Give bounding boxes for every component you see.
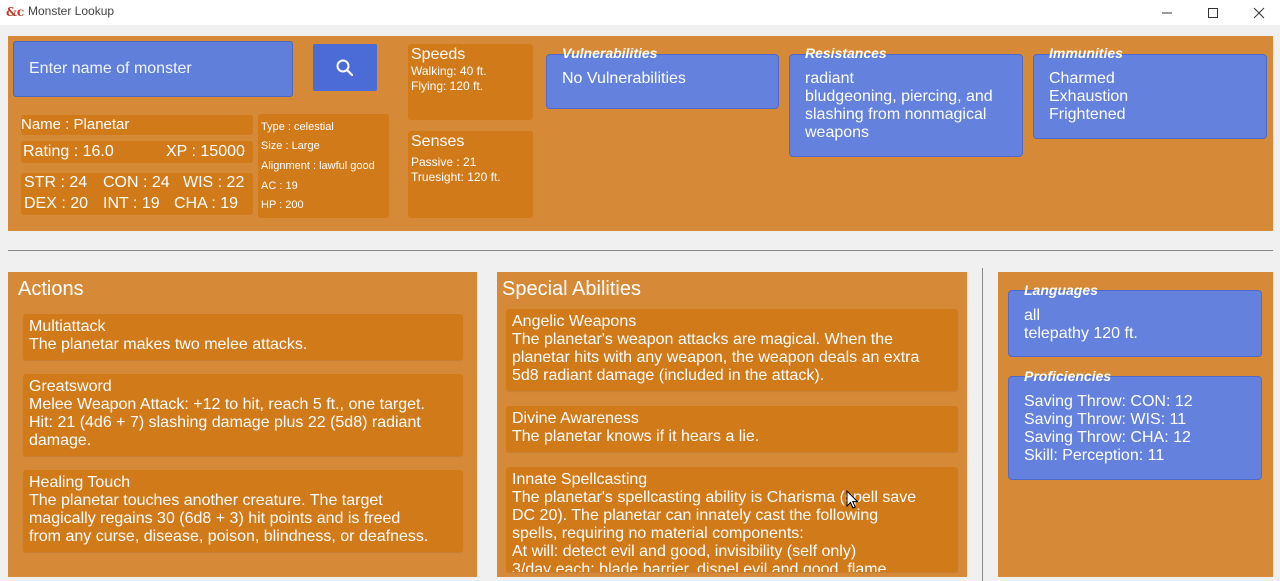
search-icon xyxy=(336,59,354,76)
ability-name: Divine Awareness xyxy=(512,410,639,427)
ability-text: The planetar knows if it hears a lie. xyxy=(512,428,760,445)
proficiency-line: Skill: Perception: 11 xyxy=(1024,447,1165,464)
resistances-title: Resistances xyxy=(805,45,887,61)
ability-text: At will: detect evil and good, invisibil… xyxy=(512,543,857,560)
type-value: Type : celestial xyxy=(261,121,334,133)
action-card-healing-touch: Healing Touch The planetar touches anoth… xyxy=(23,470,463,552)
action-text: The planetar touches another creature. T… xyxy=(29,492,383,509)
action-text: The planetar makes two melee attacks. xyxy=(29,336,308,353)
title-bar: &c Monster Lookup xyxy=(0,0,1280,25)
vertical-divider xyxy=(982,268,983,581)
ability-card-divine-awareness: Divine Awareness The planetar knows if i… xyxy=(506,406,958,452)
action-text: Melee Weapon Attack: +12 to hit, reach 5… xyxy=(29,396,425,413)
resistance-line: weapons xyxy=(805,124,870,141)
size-value: Size : Large xyxy=(261,140,320,152)
language-line: all xyxy=(1024,307,1041,324)
resistance-line: slashing from nonmagical xyxy=(805,106,987,123)
ability-text: DC 20). The planetar can innately cast t… xyxy=(512,507,879,524)
speed-line: Walking: 40 ft. xyxy=(411,64,487,78)
action-text: damage. xyxy=(29,432,92,449)
special-abilities-panel[interactable]: Special Abilities Angelic Weapons The pl… xyxy=(497,272,967,577)
alignment-value: Alignment : lawful good xyxy=(261,160,375,172)
proficiency-line: Saving Throw: CHA: 12 xyxy=(1024,429,1191,446)
action-name: Greatsword xyxy=(29,378,112,395)
monster-info: Type : celestial Size : Large Alignment … xyxy=(258,114,389,218)
special-abilities-title: Special Abilities xyxy=(502,278,641,300)
maximize-icon xyxy=(1208,7,1218,18)
vulnerabilities-box: No Vulnerabilities xyxy=(546,54,779,109)
languages-box: all telepathy 120 ft. xyxy=(1008,290,1262,357)
immunities-title: Immunities xyxy=(1049,45,1123,61)
immunities-box: Charmed Exhaustion Frightened xyxy=(1033,54,1267,139)
senses-box: Senses Passive : 21 Truesight: 120 ft. xyxy=(408,131,533,218)
senses-title: Senses xyxy=(411,133,465,150)
stat-con: CON : 24 xyxy=(103,174,170,191)
action-text: magically regains 30 (6d8 + 3) hit point… xyxy=(29,510,401,527)
immunity-line: Exhaustion xyxy=(1049,88,1129,105)
resistances-box: radiant bludgeoning, piercing, and slash… xyxy=(789,54,1023,157)
search-button[interactable] xyxy=(313,44,377,91)
monster-name: Name : Planetar xyxy=(21,115,253,135)
ability-text: spells, requiring no material components… xyxy=(512,525,804,542)
proficiency-line: Saving Throw: WIS: 11 xyxy=(1024,411,1187,428)
ability-name: Innate Spellcasting xyxy=(512,471,648,488)
ability-text: planetar hits with any weapon, the weapo… xyxy=(512,349,920,366)
monster-name-text: Name : Planetar xyxy=(21,116,130,133)
ability-card-angelic-weapons: Angelic Weapons The planetar's weapon at… xyxy=(506,309,958,391)
rating-xp-row: Rating : 16.0 XP : 15000 xyxy=(21,141,253,163)
horizontal-divider xyxy=(8,250,1273,251)
stat-str: STR : 24 xyxy=(24,174,88,191)
sense-line: Passive : 21 xyxy=(411,155,477,169)
proficiencies-box: Saving Throw: CON: 12 Saving Throw: WIS:… xyxy=(1008,376,1262,480)
immunity-line: Frightened xyxy=(1049,106,1126,123)
action-text: Hit: 21 (4d6 + 7) slashing damage plus 2… xyxy=(29,414,421,431)
stat-int: INT : 19 xyxy=(103,195,160,212)
action-name: Healing Touch xyxy=(29,474,131,491)
languages-proficiencies-panel: all telepathy 120 ft. Languages Saving T… xyxy=(998,272,1273,577)
stat-cha: CHA : 19 xyxy=(174,195,239,212)
app-icon: &c xyxy=(6,5,25,19)
immunity-line: Charmed xyxy=(1049,70,1115,87)
ability-card-innate-spellcasting: Innate Spellcasting The planetar's spell… xyxy=(506,467,958,572)
maximize-button[interactable] xyxy=(1190,0,1236,25)
action-card-greatsword: Greatsword Melee Weapon Attack: +12 to h… xyxy=(23,374,463,456)
ability-name: Angelic Weapons xyxy=(512,313,637,330)
minimize-icon xyxy=(1162,12,1172,13)
stat-dex: DEX : 20 xyxy=(24,195,89,212)
actions-title: Actions xyxy=(18,278,84,300)
language-line: telepathy 120 ft. xyxy=(1024,325,1138,342)
ac-value: AC : 19 xyxy=(261,180,298,192)
monster-summary-panel: Enter name of monster Name : Planetar Ra… xyxy=(8,36,1273,231)
languages-title: Languages xyxy=(1024,282,1098,298)
speeds-box: Speeds Walking: 40 ft. Flying: 120 ft. xyxy=(408,44,533,120)
rating-value: Rating : 16.0 xyxy=(23,143,114,160)
resistance-line: radiant xyxy=(805,70,854,87)
action-name: Multiattack xyxy=(29,318,106,335)
sense-line: Truesight: 120 ft. xyxy=(411,170,501,184)
ability-text: 3/day each: blade barrier, dispel evil a… xyxy=(512,561,887,572)
ability-text: 5d8 radiant damage (included in the atta… xyxy=(512,367,825,384)
ability-scores: STR : 24 CON : 24 WIS : 22 DEX : 20 INT … xyxy=(21,173,253,215)
ability-text: The planetar's weapon attacks are magica… xyxy=(512,331,894,348)
mouse-cursor-icon xyxy=(846,490,859,509)
resistance-line: bludgeoning, piercing, and xyxy=(805,88,993,105)
vulnerabilities-title: Vulnerabilities xyxy=(562,45,658,61)
speed-line: Flying: 120 ft. xyxy=(411,79,484,93)
close-icon xyxy=(1253,7,1265,18)
speeds-title: Speeds xyxy=(411,46,466,63)
search-input[interactable]: Enter name of monster xyxy=(13,41,293,97)
hp-value: HP : 200 xyxy=(261,199,304,211)
close-button[interactable] xyxy=(1236,0,1280,25)
action-card-multiattack: Multiattack The planetar makes two melee… xyxy=(23,314,463,360)
action-text: from any curse, disease, poison, blindne… xyxy=(29,528,429,545)
proficiencies-title: Proficiencies xyxy=(1024,368,1112,384)
xp-value: XP : 15000 xyxy=(166,143,245,160)
vulnerability-line: No Vulnerabilities xyxy=(562,70,686,87)
proficiency-line: Saving Throw: CON: 12 xyxy=(1024,393,1193,410)
window-title: Monster Lookup xyxy=(28,4,115,18)
ability-text: The planetar's spellcasting ability is C… xyxy=(512,489,917,506)
stat-wis: WIS : 22 xyxy=(183,174,245,191)
minimize-button[interactable] xyxy=(1144,0,1190,25)
actions-panel: Actions Multiattack The planetar makes t… xyxy=(8,272,477,577)
